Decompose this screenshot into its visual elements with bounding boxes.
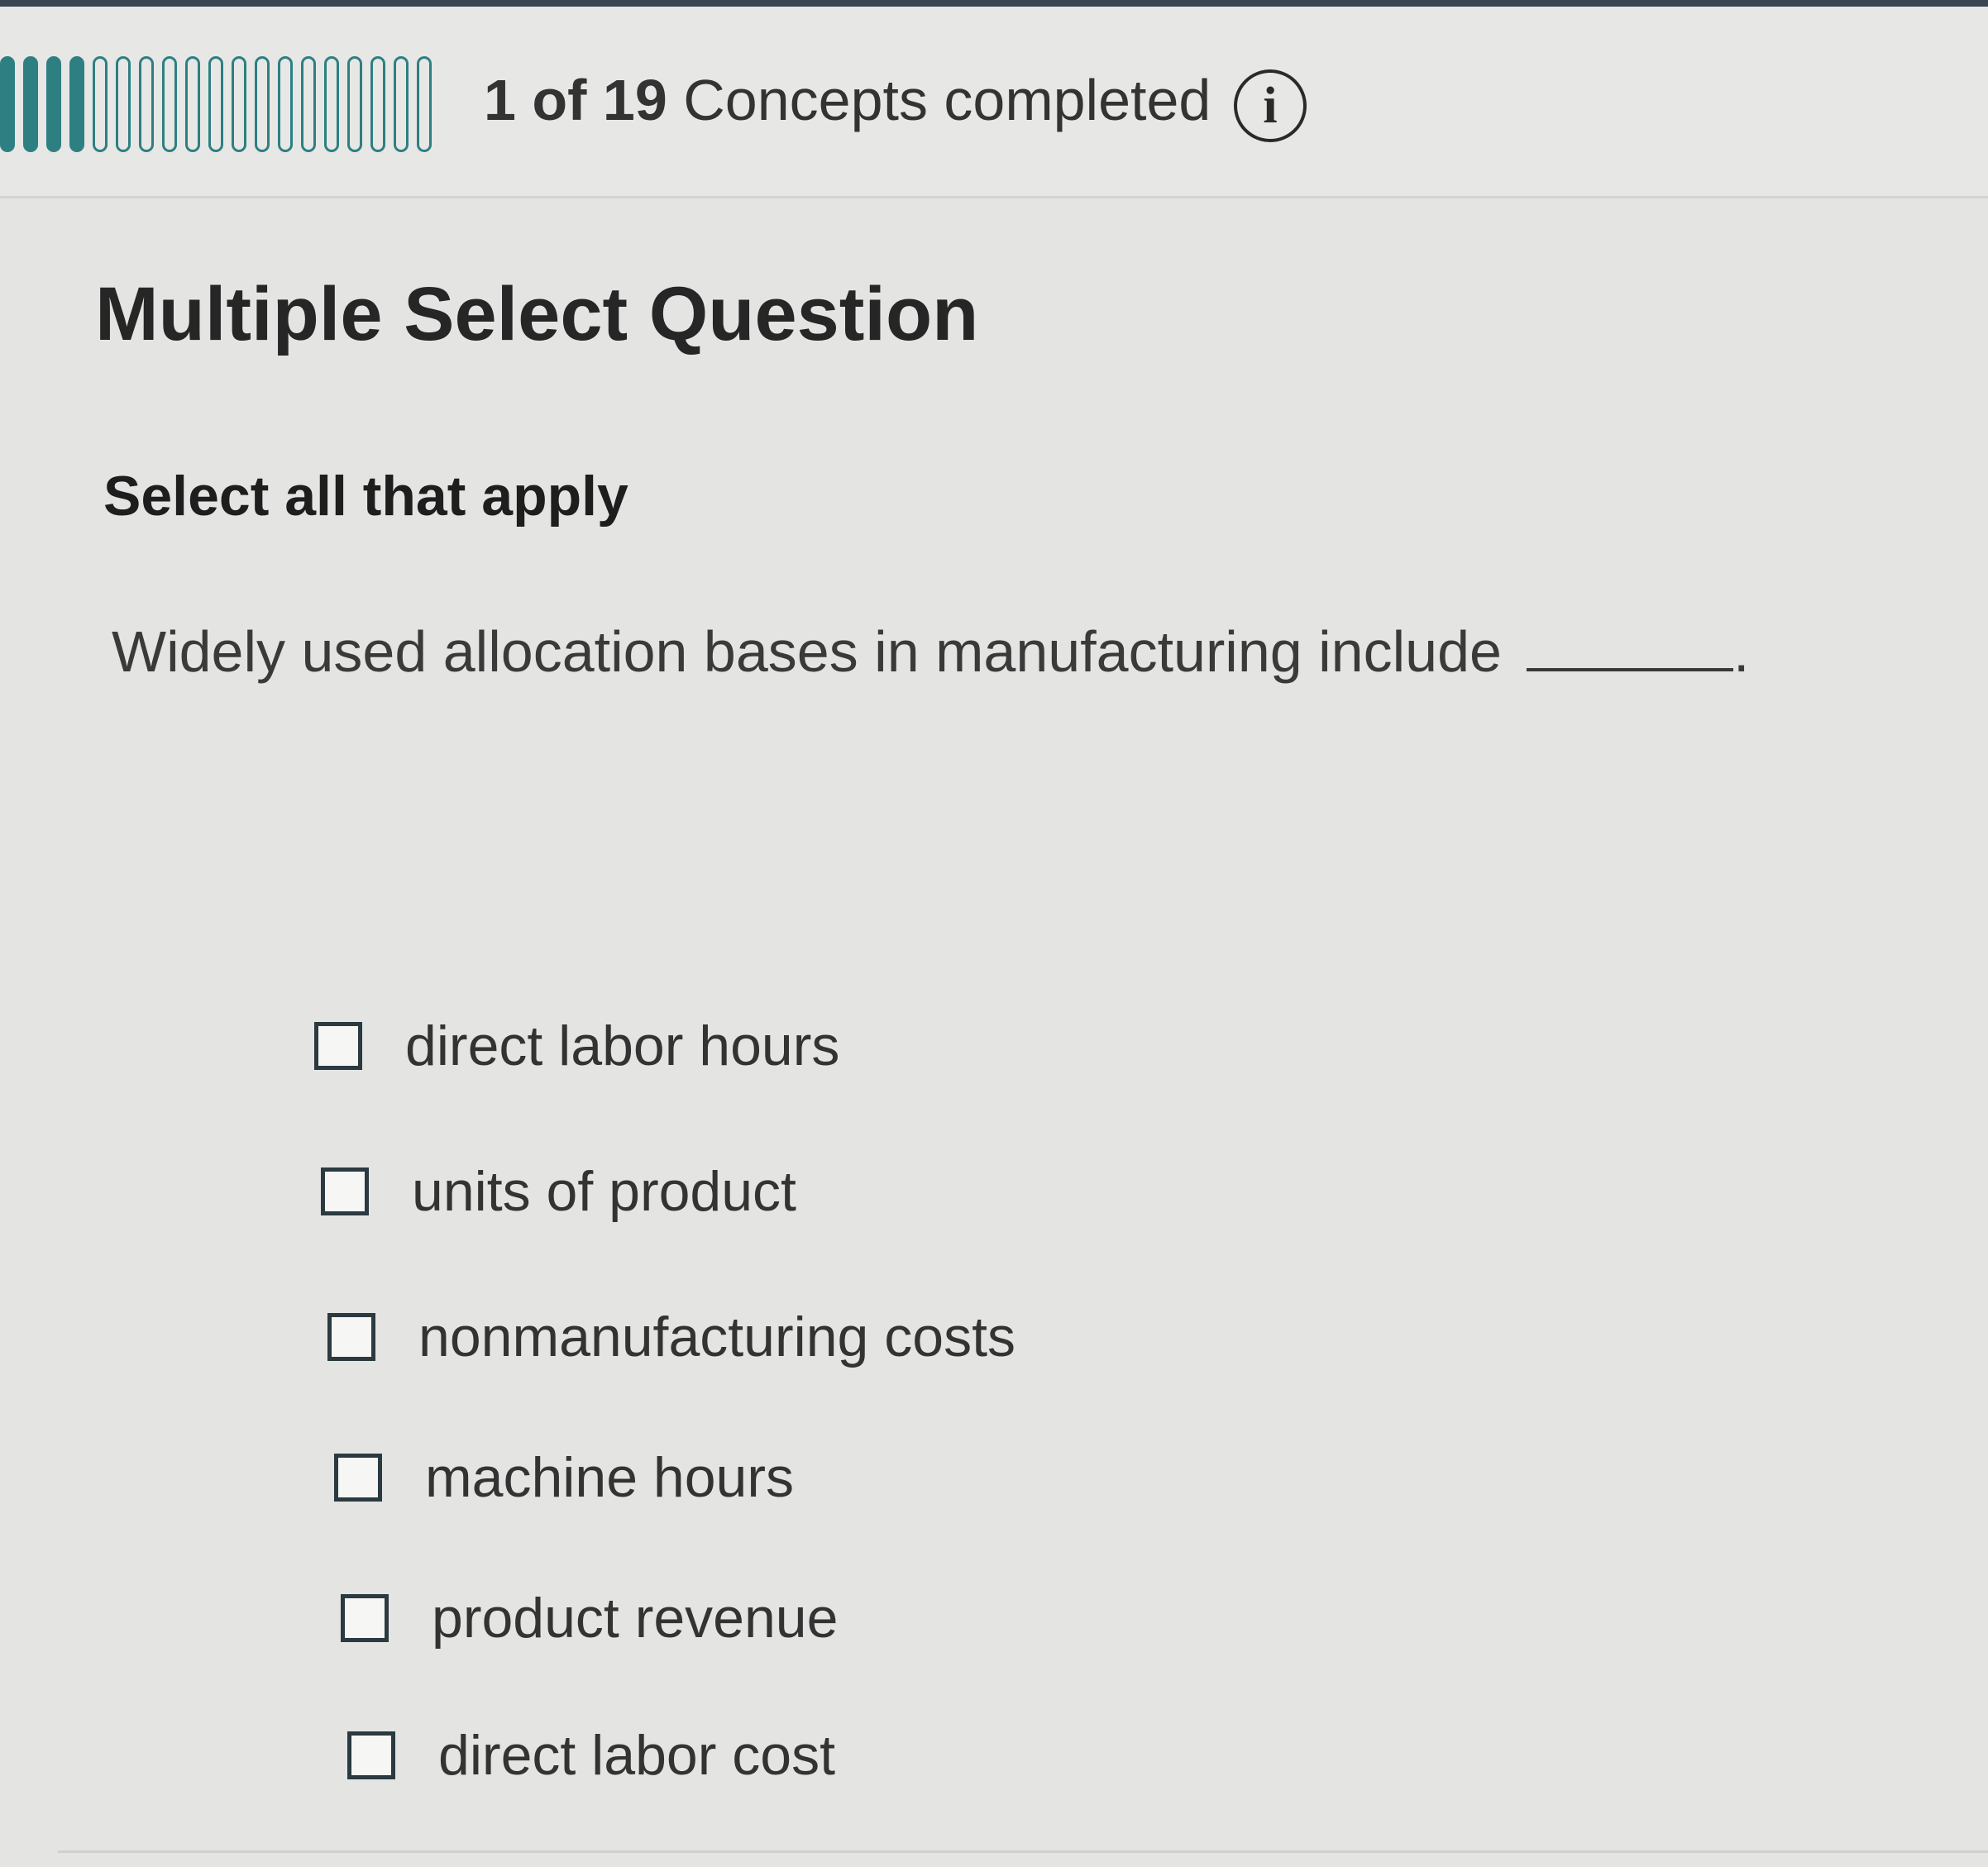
progress-status: 1 of 19 Concepts completed <box>484 63 1211 137</box>
progress-segment <box>46 56 61 152</box>
checkbox[interactable] <box>321 1167 369 1215</box>
option-label: units of product <box>412 1160 796 1223</box>
fill-in-blank <box>1526 618 1733 671</box>
progress-segment <box>347 56 362 152</box>
option-direct-labor-hours[interactable]: direct labor hours <box>314 1000 839 1091</box>
checkbox[interactable] <box>314 1022 362 1070</box>
option-product-revenue[interactable]: product revenue <box>341 1573 838 1664</box>
progress-segment <box>301 56 316 152</box>
option-direct-labor-cost[interactable]: direct labor cost <box>347 1710 835 1801</box>
question-prompt-text: Widely used allocation bases in manufact… <box>112 619 1502 684</box>
progress-segment <box>185 56 200 152</box>
checkbox[interactable] <box>347 1731 395 1779</box>
progress-segment <box>370 56 385 152</box>
progress-segment <box>255 56 270 152</box>
question-instruction: Select all that apply <box>103 465 628 528</box>
checkbox[interactable] <box>341 1594 389 1642</box>
progress-segment <box>116 56 131 152</box>
progress-segment <box>278 56 293 152</box>
option-nonmanufacturing-costs[interactable]: nonmanufacturing costs <box>327 1292 1016 1382</box>
progress-segment <box>324 56 339 152</box>
option-label: nonmanufacturing costs <box>418 1306 1016 1368</box>
progress-segment <box>69 56 84 152</box>
progress-segment <box>208 56 223 152</box>
checkbox[interactable] <box>327 1313 375 1361</box>
progress-count: 1 of 19 <box>484 68 667 132</box>
concept-progress-bar <box>0 56 447 155</box>
top-edge <box>0 0 1988 7</box>
checkbox[interactable] <box>334 1454 382 1502</box>
option-label: direct labor cost <box>438 1724 835 1787</box>
option-label: machine hours <box>425 1446 795 1509</box>
option-machine-hours[interactable]: machine hours <box>334 1432 794 1523</box>
progress-segment <box>0 56 15 152</box>
question-prompt: Widely used allocation bases in manufact… <box>112 612 1749 691</box>
progress-segment <box>417 56 432 152</box>
progress-segment <box>23 56 38 152</box>
bottom-divider <box>58 1850 1988 1853</box>
progress-header: 1 of 19 Concepts completed i <box>0 0 1988 198</box>
progress-segment <box>93 56 108 152</box>
question-type-heading: Multiple Select Question <box>95 272 979 356</box>
progress-segment <box>394 56 409 152</box>
option-units-of-product[interactable]: units of product <box>321 1146 796 1237</box>
info-icon[interactable]: i <box>1234 69 1307 142</box>
progress-segment <box>139 56 154 152</box>
question-prompt-end: . <box>1732 619 1750 684</box>
progress-label: Concepts completed <box>683 68 1211 132</box>
progress-segment <box>232 56 246 152</box>
option-label: direct labor hours <box>405 1015 840 1077</box>
option-label: product revenue <box>432 1587 839 1650</box>
progress-segment <box>162 56 177 152</box>
